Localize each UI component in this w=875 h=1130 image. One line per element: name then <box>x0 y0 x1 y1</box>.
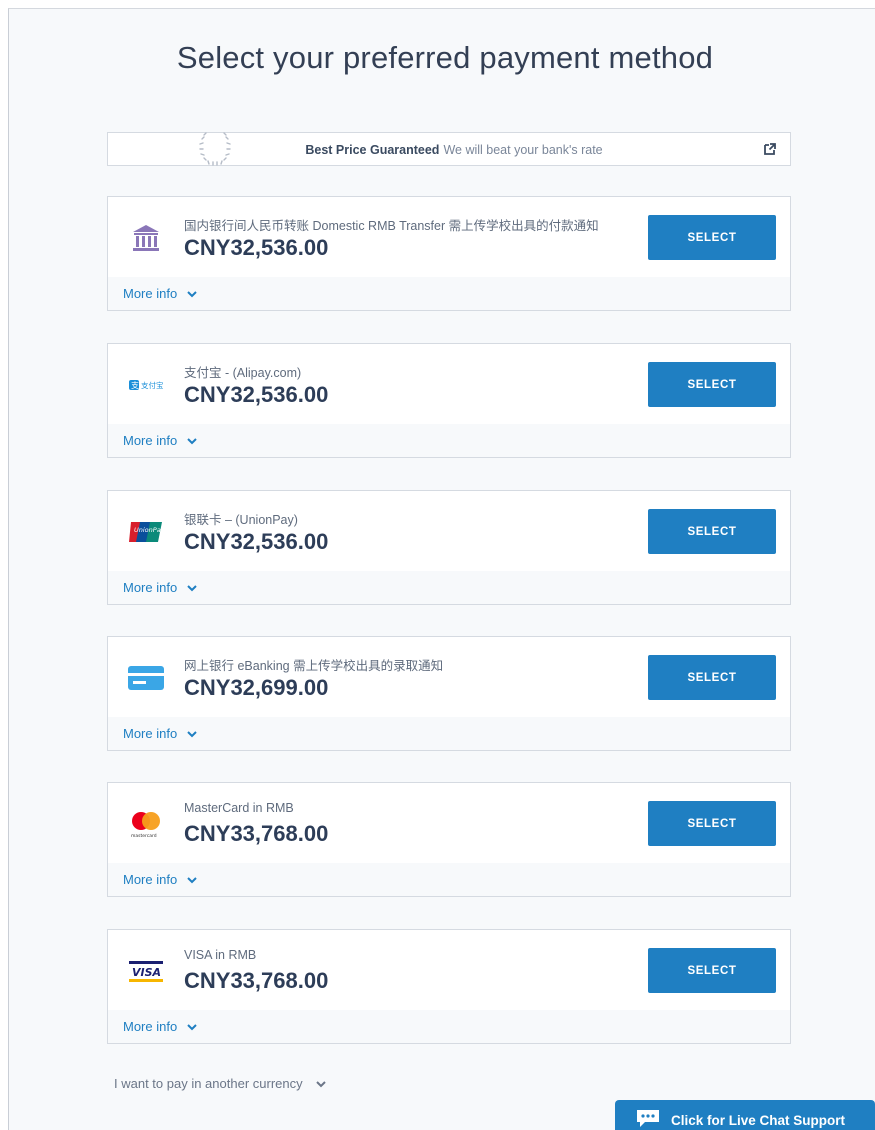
bank-icon <box>126 221 166 255</box>
method-name: 网上银行 eBanking 需上传学校出具的录取通知 <box>184 659 444 673</box>
visa-icon: VISA <box>126 954 166 988</box>
method-price: CNY32,699.00 <box>184 675 329 700</box>
select-button[interactable]: SELECT <box>648 801 776 846</box>
unionpay-icon: UnionPay <box>126 515 166 549</box>
promo-subtext: We will beat your bank's rate <box>443 143 603 157</box>
payment-method-card: VISA VISA in RMB CNY33,768.00 SELECT Mor… <box>107 929 791 1044</box>
mastercard-icon: mastercard <box>126 807 166 841</box>
payment-method-card: 支 支付宝 支付宝 - (Alipay.com) CNY32,536.00 SE… <box>107 343 791 458</box>
more-info-toggle[interactable]: More info <box>108 717 790 750</box>
more-info-toggle[interactable]: More info <box>108 424 790 457</box>
payment-method-card: 网上银行 eBanking 需上传学校出具的录取通知 CNY32,699.00 … <box>107 636 791 751</box>
chevron-down-icon <box>187 877 197 884</box>
alipay-icon: 支 支付宝 <box>126 368 166 402</box>
external-link-icon[interactable] <box>763 142 777 156</box>
select-button[interactable]: SELECT <box>648 655 776 700</box>
svg-text:支付宝: 支付宝 <box>141 380 163 390</box>
select-button[interactable]: SELECT <box>648 362 776 407</box>
method-price: CNY33,768.00 <box>184 821 329 846</box>
select-button[interactable]: SELECT <box>648 948 776 993</box>
chat-bubble-icon <box>637 1110 659 1127</box>
method-name: 国内银行间人民币转账 Domestic RMB Transfer 需上传学校出具… <box>184 219 599 233</box>
svg-text:UnionPay: UnionPay <box>134 526 164 534</box>
more-info-toggle[interactable]: More info <box>108 1010 790 1043</box>
other-currency-label: I want to pay in another currency <box>114 1076 303 1091</box>
chevron-down-icon <box>187 731 197 738</box>
more-info-label: More info <box>123 580 178 595</box>
other-currency-link[interactable]: I want to pay in another currency <box>114 1076 326 1091</box>
method-price: CNY32,536.00 <box>184 235 329 260</box>
method-name: 银联卡 – (UnionPay) <box>184 513 298 527</box>
method-price: CNY32,536.00 <box>184 382 329 407</box>
method-name: MasterCard in RMB <box>184 801 294 815</box>
more-info-label: More info <box>123 433 178 448</box>
method-price: CNY33,768.00 <box>184 968 329 993</box>
promo-text: Best Price Guaranteed We will beat your b… <box>108 143 792 157</box>
chevron-down-icon <box>316 1081 326 1088</box>
chevron-down-icon <box>187 291 197 298</box>
payment-method-card: UnionPay 银联卡 – (UnionPay) CNY32,536.00 S… <box>107 490 791 605</box>
page-title: Select your preferred payment method <box>176 40 714 75</box>
chevron-down-icon <box>187 1024 197 1031</box>
card-icon <box>126 661 166 695</box>
best-price-banner[interactable]: Best Price Guaranteed We will beat your b… <box>107 132 791 166</box>
more-info-toggle[interactable]: More info <box>108 571 790 604</box>
payment-method-card: mastercard MasterCard in RMB CNY33,768.0… <box>107 782 791 897</box>
svg-text:mastercard: mastercard <box>131 833 157 839</box>
more-info-toggle[interactable]: More info <box>108 277 790 310</box>
method-name: 支付宝 - (Alipay.com) <box>184 366 302 380</box>
method-name: VISA in RMB <box>184 948 257 962</box>
select-button[interactable]: SELECT <box>648 215 776 260</box>
more-info-label: More info <box>123 1019 178 1034</box>
method-price: CNY32,536.00 <box>184 529 329 554</box>
live-chat-button[interactable]: Click for Live Chat Support <box>615 1100 875 1130</box>
payment-method-card: 国内银行间人民币转账 Domestic RMB Transfer 需上传学校出具… <box>107 196 791 311</box>
promo-bold: Best Price Guaranteed <box>305 143 440 157</box>
chevron-down-icon <box>187 585 197 592</box>
chevron-down-icon <box>187 438 197 445</box>
more-info-label: More info <box>123 872 178 887</box>
svg-text:VISA: VISA <box>132 966 161 979</box>
more-info-toggle[interactable]: More info <box>108 863 790 896</box>
select-button[interactable]: SELECT <box>648 509 776 554</box>
more-info-label: More info <box>123 726 178 741</box>
more-info-label: More info <box>123 286 178 301</box>
live-chat-label: Click for Live Chat Support <box>671 1113 846 1128</box>
svg-text:支: 支 <box>131 380 139 390</box>
